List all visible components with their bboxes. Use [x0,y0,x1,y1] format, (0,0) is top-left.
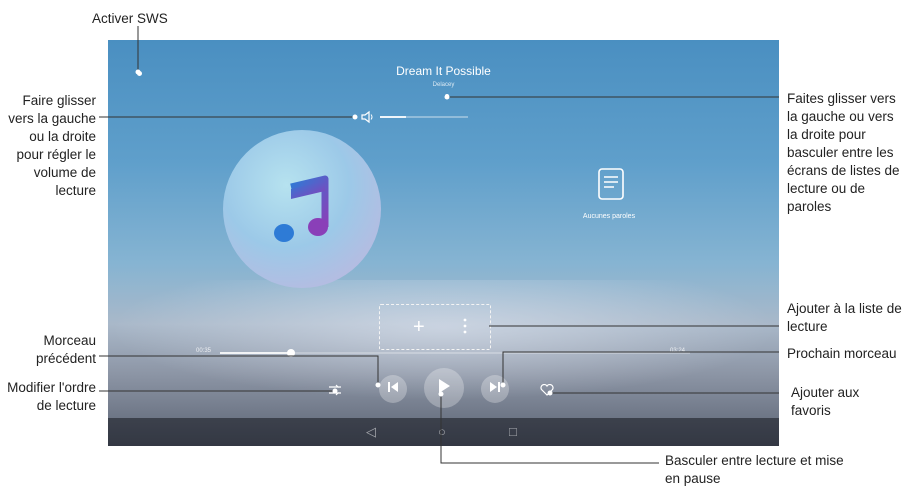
annotation-play-pause: Basculer entre lecture et mise en pause [665,453,844,486]
speaker-icon[interactable] [360,110,376,129]
document-icon [598,168,624,205]
song-title: Dream It Possible [396,64,491,78]
annotation-next: Prochain morceau [787,346,897,361]
annotation-volume: Faire glisser vers la gauche ou la droit… [8,93,96,198]
music-player-screen: Dream It Possible Delacey Aucunes parole… [108,40,779,446]
plus-icon[interactable]: + [413,317,425,337]
skip-next-icon [489,380,501,398]
heart-icon[interactable] [540,383,554,401]
add-to-playlist-area[interactable]: + [379,304,491,350]
lyrics-placeholder: Aucunes paroles [582,213,636,220]
back-icon[interactable]: ◁ [366,424,376,440]
navigation-bar: ◁ ○ □ [108,418,779,446]
home-icon[interactable]: ○ [438,424,446,439]
album-art [223,130,381,288]
more-vertical-icon[interactable] [463,318,467,339]
total-duration: 03:24 [670,348,686,354]
recents-icon[interactable]: □ [509,424,517,439]
previous-button[interactable] [379,375,407,403]
annotation-previous: Morceau précédent [35,333,96,366]
annotation-activate-sws: Activer SWS [92,11,168,26]
annotation-add-playlist: Ajouter à la liste de lecture [787,301,902,334]
music-note-icon [273,175,331,250]
annotation-favorite: Ajouter aux favoris [791,385,860,418]
page-indicator[interactable] [445,94,449,98]
volume-slider[interactable] [380,116,468,118]
annotation-shuffle: Modifier l'ordre de lecture [7,380,96,413]
progress-thumb[interactable] [286,349,295,357]
progress-bar-fill [220,352,291,354]
play-icon [437,378,451,399]
play-pause-button[interactable] [424,368,464,408]
artist-name: Delacey [432,82,455,88]
next-button[interactable] [481,375,509,403]
progress-bar[interactable] [220,349,690,357]
skip-previous-icon [387,380,399,398]
annotation-swipe-screens: Faites glisser vers la gauche ou vers la… [787,91,900,214]
volume-slider-fill [380,116,407,118]
elapsed-time: 00:35 [196,348,212,354]
shuffle-icon[interactable] [328,383,344,401]
